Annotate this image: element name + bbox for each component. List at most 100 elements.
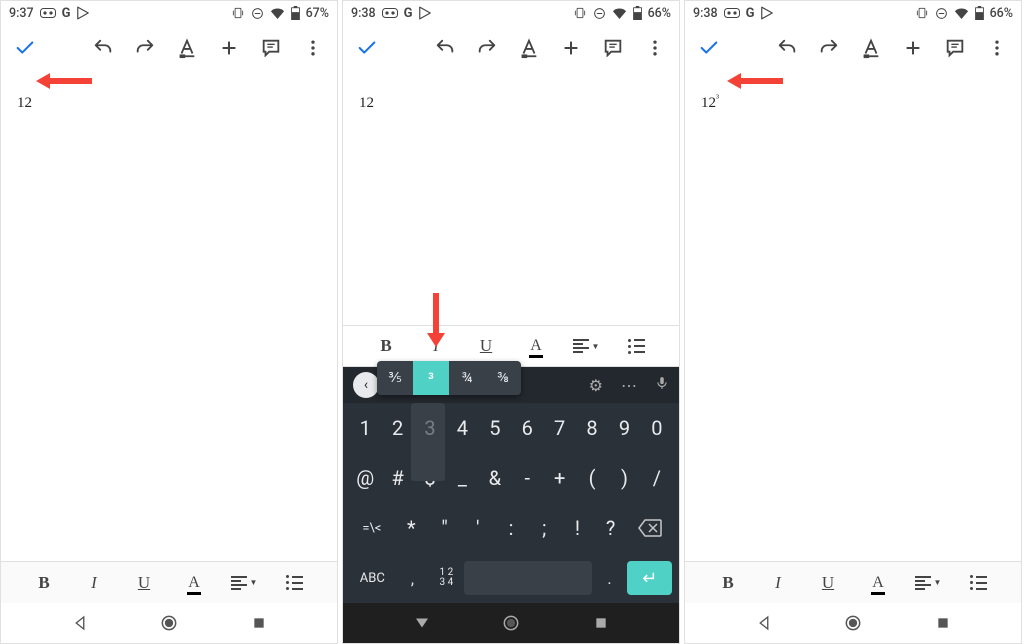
nav-home[interactable] [842,612,864,634]
key-3[interactable]: 3 [415,409,445,447]
fraction-option[interactable]: ⅗ [377,361,413,395]
key-0[interactable]: 0 [642,409,672,447]
key-symbols-page[interactable]: =\< [350,509,394,547]
key-8[interactable]: 8 [577,409,607,447]
key-question[interactable]: ? [595,509,626,547]
key-1[interactable]: 1 [350,409,380,447]
more-icon[interactable]: ⋯ [621,376,637,395]
settings-icon[interactable]: ⚙ [589,376,603,395]
overflow-menu[interactable] [301,36,325,60]
key-fractions[interactable]: 1 23 4 [430,559,462,597]
key-7[interactable]: 7 [544,409,574,447]
bullet-list-button[interactable] [281,570,307,596]
text-format-button[interactable] [517,36,541,60]
overflow-menu[interactable] [643,36,667,60]
overflow-menu[interactable] [985,36,1009,60]
undo-button[interactable] [775,36,799,60]
underline-button[interactable]: U [473,333,499,359]
nav-home[interactable] [500,612,522,634]
key-backspace[interactable] [628,509,672,547]
key-abc[interactable]: ABC [350,559,395,597]
key-comma[interactable]: , [397,559,429,597]
done-checkmark[interactable] [697,36,721,60]
document-canvas[interactable]: 12³ [685,71,1021,561]
text-color-button[interactable]: A [181,570,207,596]
mic-icon[interactable] [655,374,669,396]
undo-button[interactable] [433,36,457,60]
redo-button[interactable] [475,36,499,60]
nav-back[interactable] [411,612,433,634]
key-4[interactable]: 4 [447,409,477,447]
bullet-list-button[interactable] [965,570,991,596]
text-color-button[interactable]: A [865,570,891,596]
key-amp[interactable]: & [480,459,510,497]
key-lparen[interactable]: ( [577,459,607,497]
annotation-arrow [36,71,92,91]
key-underscore[interactable]: _ [447,459,477,497]
key-squote[interactable]: ' [462,509,493,547]
italic-button[interactable]: I [81,570,107,596]
comment-button[interactable] [601,36,625,60]
underline-button[interactable]: U [815,570,841,596]
battery-pct: 66% [990,6,1013,21]
bold-button[interactable]: B [373,333,399,359]
key-2[interactable]: 2 [382,409,412,447]
fraction-option-selected[interactable]: ³ [413,361,449,395]
keyboard-row-1: 1 2 3 4 5 6 7 8 9 0 [343,403,679,453]
document-canvas[interactable]: 12 [343,71,679,325]
underline-button[interactable]: U [131,570,157,596]
insert-button[interactable] [217,36,241,60]
annotation-arrow [421,293,451,343]
key-hash[interactable]: # [382,459,412,497]
bold-button[interactable]: B [31,570,57,596]
nav-back[interactable] [69,612,91,634]
redo-button[interactable] [133,36,157,60]
done-checkmark[interactable] [13,36,37,60]
redo-button[interactable] [817,36,841,60]
align-button[interactable]: ▼ [573,333,599,359]
key-spacebar[interactable] [464,561,591,595]
comment-button[interactable] [259,36,283,60]
keyboard-collapse[interactable]: ‹ [353,372,379,398]
key-period[interactable]: . [594,559,626,597]
fraction-option[interactable]: ⅜ [485,361,521,395]
key-at[interactable]: @ [350,459,380,497]
bullet-list-button[interactable] [623,333,649,359]
key-5[interactable]: 5 [480,409,510,447]
key-9[interactable]: 9 [609,409,639,447]
phone-panel-3: 9:38 G 66% 12³ B [684,0,1022,644]
fraction-option[interactable]: ¾ [449,361,485,395]
italic-button[interactable]: I [765,570,791,596]
nav-home[interactable] [158,612,180,634]
key-star[interactable]: * [396,509,427,547]
key-slash[interactable]: / [642,459,672,497]
comment-button[interactable] [943,36,967,60]
key-semicolon[interactable]: ; [529,509,560,547]
app-toolbar [685,25,1021,71]
done-checkmark[interactable] [355,36,379,60]
nav-recent[interactable] [932,612,954,634]
align-button[interactable]: ▼ [231,570,257,596]
key-colon[interactable]: : [495,509,526,547]
play-icon [76,6,90,20]
text-format-button[interactable] [859,36,883,60]
insert-button[interactable] [901,36,925,60]
document-canvas[interactable]: 12 [1,71,337,561]
insert-button[interactable] [559,36,583,60]
key-enter[interactable]: ↵ [627,561,672,595]
wifi-icon [954,7,969,19]
nav-back[interactable] [753,612,775,634]
bold-button[interactable]: B [715,570,741,596]
key-6[interactable]: 6 [512,409,542,447]
align-button[interactable]: ▼ [915,570,941,596]
text-format-button[interactable] [175,36,199,60]
nav-recent[interactable] [590,612,612,634]
nav-recent[interactable] [248,612,270,634]
key-bang[interactable]: ! [562,509,593,547]
key-rparen[interactable]: ) [609,459,639,497]
undo-button[interactable] [91,36,115,60]
key-minus[interactable]: - [512,459,542,497]
text-color-button[interactable]: A [523,333,549,359]
key-plus[interactable]: + [544,459,574,497]
key-dquote[interactable]: " [429,509,460,547]
